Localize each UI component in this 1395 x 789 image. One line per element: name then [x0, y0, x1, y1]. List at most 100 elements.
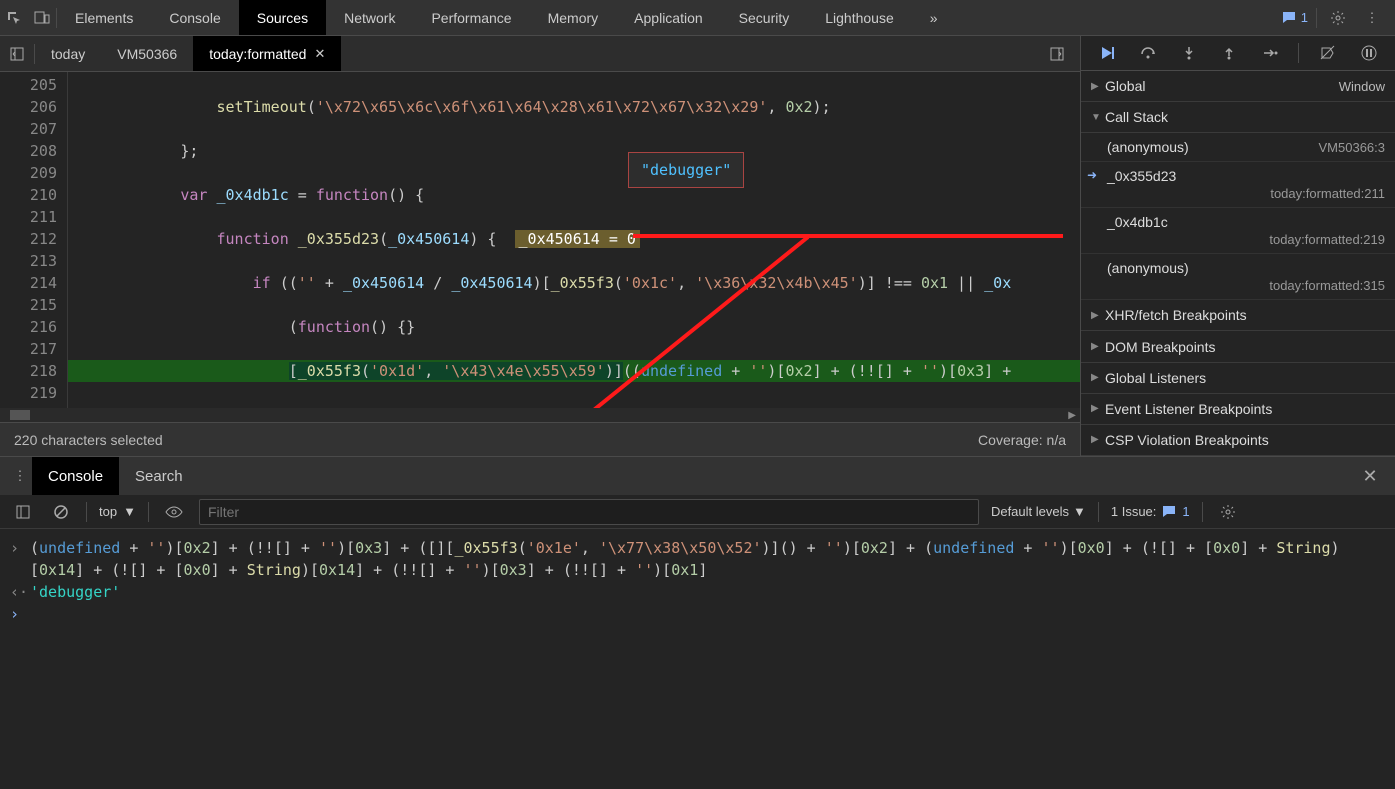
resume-icon[interactable]	[1095, 41, 1119, 65]
code-editor[interactable]: 2052062072082092102112122132142152162172…	[0, 72, 1080, 408]
file-tab-label: VM50366	[117, 46, 177, 62]
tab-sources[interactable]: Sources	[239, 0, 326, 35]
clear-console-icon[interactable]	[48, 499, 74, 525]
step-into-icon[interactable]	[1177, 41, 1201, 65]
divider	[86, 502, 87, 522]
console-output-row: ‹· 'debugger'	[10, 581, 1385, 603]
step-over-icon[interactable]	[1136, 41, 1160, 65]
file-overflow-icon[interactable]	[1044, 41, 1070, 67]
debugger-sidebar: ▶ Global Window ▼ Call Stack (anonymous)…	[1081, 36, 1395, 456]
live-expression-icon[interactable]	[161, 499, 187, 525]
event-breakpoints-header[interactable]: ▶Event Listener Breakpoints	[1081, 394, 1395, 425]
top-right-controls: 1 ⋮	[1281, 5, 1395, 31]
console-settings-icon[interactable]	[1215, 499, 1241, 525]
chevron-right-icon: ▶	[1091, 81, 1105, 92]
log-levels-dropdown[interactable]: Default levels ▼	[991, 504, 1086, 519]
call-stack-label: Call Stack	[1105, 109, 1168, 125]
file-tab-label: today:formatted	[209, 46, 306, 62]
file-tabs: today VM50366 today:formatted ✕	[0, 36, 1080, 72]
file-tab-today[interactable]: today	[35, 36, 101, 71]
frame-loc: today:formatted:315	[1107, 278, 1385, 293]
drawer-kebab-icon[interactable]: ⋮	[8, 463, 32, 489]
drawer-tab-console[interactable]: Console	[32, 457, 119, 495]
settings-icon[interactable]	[1325, 5, 1351, 31]
call-stack-frame[interactable]: _0x355d23 today:formatted:211	[1081, 162, 1395, 208]
console-output-code: 'debugger'	[30, 581, 1385, 603]
context-selector[interactable]: top ▼	[99, 504, 136, 519]
horizontal-scrollbar[interactable]: ▶	[0, 408, 1080, 422]
scope-label: Global	[1105, 78, 1145, 94]
csp-breakpoints-header[interactable]: ▶CSP Violation Breakpoints	[1081, 425, 1395, 456]
selection-status: 220 characters selected	[14, 432, 978, 448]
scrollbar-thumb[interactable]	[10, 410, 30, 420]
chevron-right-icon: ▶	[1091, 372, 1105, 383]
chevron-right-icon: ▶	[1091, 341, 1105, 352]
chevron-right-icon: ▶	[1091, 403, 1105, 414]
tab-memory[interactable]: Memory	[530, 0, 617, 35]
console-sidebar-toggle-icon[interactable]	[10, 499, 36, 525]
kebab-menu-icon[interactable]: ⋮	[1359, 5, 1385, 31]
levels-label: Default levels	[991, 504, 1069, 519]
call-stack-frame[interactable]: _0x4db1c today:formatted:219	[1081, 208, 1395, 254]
divider	[1202, 502, 1203, 522]
tab-lighthouse[interactable]: Lighthouse	[807, 0, 912, 35]
xhr-breakpoints-header[interactable]: ▶XHR/fetch Breakpoints	[1081, 300, 1395, 331]
frame-loc: today:formatted:211	[1107, 186, 1385, 201]
divider	[1098, 502, 1099, 522]
close-icon[interactable]: ✕	[314, 46, 325, 62]
tab-security[interactable]: Security	[721, 0, 808, 35]
issues-count: 1	[1182, 504, 1189, 519]
divider	[1298, 43, 1299, 63]
step-out-icon[interactable]	[1217, 41, 1241, 65]
tab-elements[interactable]: Elements	[57, 0, 151, 35]
inspect-icon[interactable]	[0, 4, 28, 32]
chevron-down-icon: ▼	[1091, 112, 1105, 123]
annotation-underline	[633, 234, 1063, 238]
frame-loc: today:formatted:219	[1107, 232, 1385, 247]
scope-global-row[interactable]: ▶ Global Window	[1081, 71, 1395, 102]
chevron-right-icon: ▶	[1091, 310, 1105, 321]
feedback-badge[interactable]: 1	[1281, 10, 1308, 26]
scroll-right-icon[interactable]: ▶	[1068, 410, 1076, 421]
divider	[148, 502, 149, 522]
tab-network[interactable]: Network	[326, 0, 413, 35]
prompt-chevron-icon: ›	[10, 603, 22, 625]
section-label: Global Listeners	[1105, 370, 1206, 386]
issues-label: 1 Issue:	[1111, 504, 1157, 519]
panel-tabs: Elements Console Sources Network Perform…	[57, 0, 1281, 35]
pause-exceptions-icon[interactable]	[1357, 41, 1381, 65]
feedback-count: 1	[1301, 10, 1308, 25]
divider	[1316, 8, 1317, 28]
tab-console[interactable]: Console	[151, 0, 238, 35]
device-toggle-icon[interactable]	[28, 4, 56, 32]
tab-more[interactable]: »	[912, 0, 956, 35]
tab-application[interactable]: Application	[616, 0, 721, 35]
section-label: DOM Breakpoints	[1105, 339, 1215, 355]
step-icon[interactable]	[1258, 41, 1282, 65]
file-tab-vm[interactable]: VM50366	[101, 36, 193, 71]
console-prompt-row[interactable]: ›	[10, 603, 1385, 625]
devtools-top-bar: Elements Console Sources Network Perform…	[0, 0, 1395, 36]
section-label: Event Listener Breakpoints	[1105, 401, 1272, 417]
console-input-row: › (undefined + '')[0x2] + (!![] + '')[0x…	[10, 537, 1385, 581]
navigator-toggle-icon[interactable]	[0, 41, 34, 67]
console-filter-input[interactable]	[199, 499, 979, 525]
source-panel: today VM50366 today:formatted ✕ 20520620…	[0, 36, 1081, 456]
value-tooltip: "debugger"	[628, 152, 744, 188]
file-tab-formatted[interactable]: today:formatted ✕	[193, 36, 341, 71]
drawer-tabs: ⋮ Console Search ✕	[0, 457, 1395, 495]
call-stack-frame[interactable]: (anonymous) today:formatted:315	[1081, 254, 1395, 300]
frame-fn: (anonymous)	[1107, 139, 1189, 155]
call-stack-frame[interactable]: (anonymous) VM50366:3	[1081, 133, 1395, 162]
call-stack-header[interactable]: ▼ Call Stack	[1081, 102, 1395, 133]
deactivate-breakpoints-icon[interactable]	[1316, 41, 1340, 65]
chevron-right-icon: ▶	[1091, 434, 1105, 445]
close-drawer-icon[interactable]: ✕	[1357, 463, 1383, 489]
drawer-tab-search[interactable]: Search	[119, 457, 199, 495]
output-chevron-icon: ‹·	[10, 581, 22, 603]
issues-badge[interactable]: 1 Issue: 1	[1111, 504, 1190, 519]
global-listeners-header[interactable]: ▶Global Listeners	[1081, 363, 1395, 394]
line-gutter: 2052062072082092102112122132142152162172…	[0, 72, 68, 408]
dom-breakpoints-header[interactable]: ▶DOM Breakpoints	[1081, 331, 1395, 362]
tab-performance[interactable]: Performance	[413, 0, 529, 35]
